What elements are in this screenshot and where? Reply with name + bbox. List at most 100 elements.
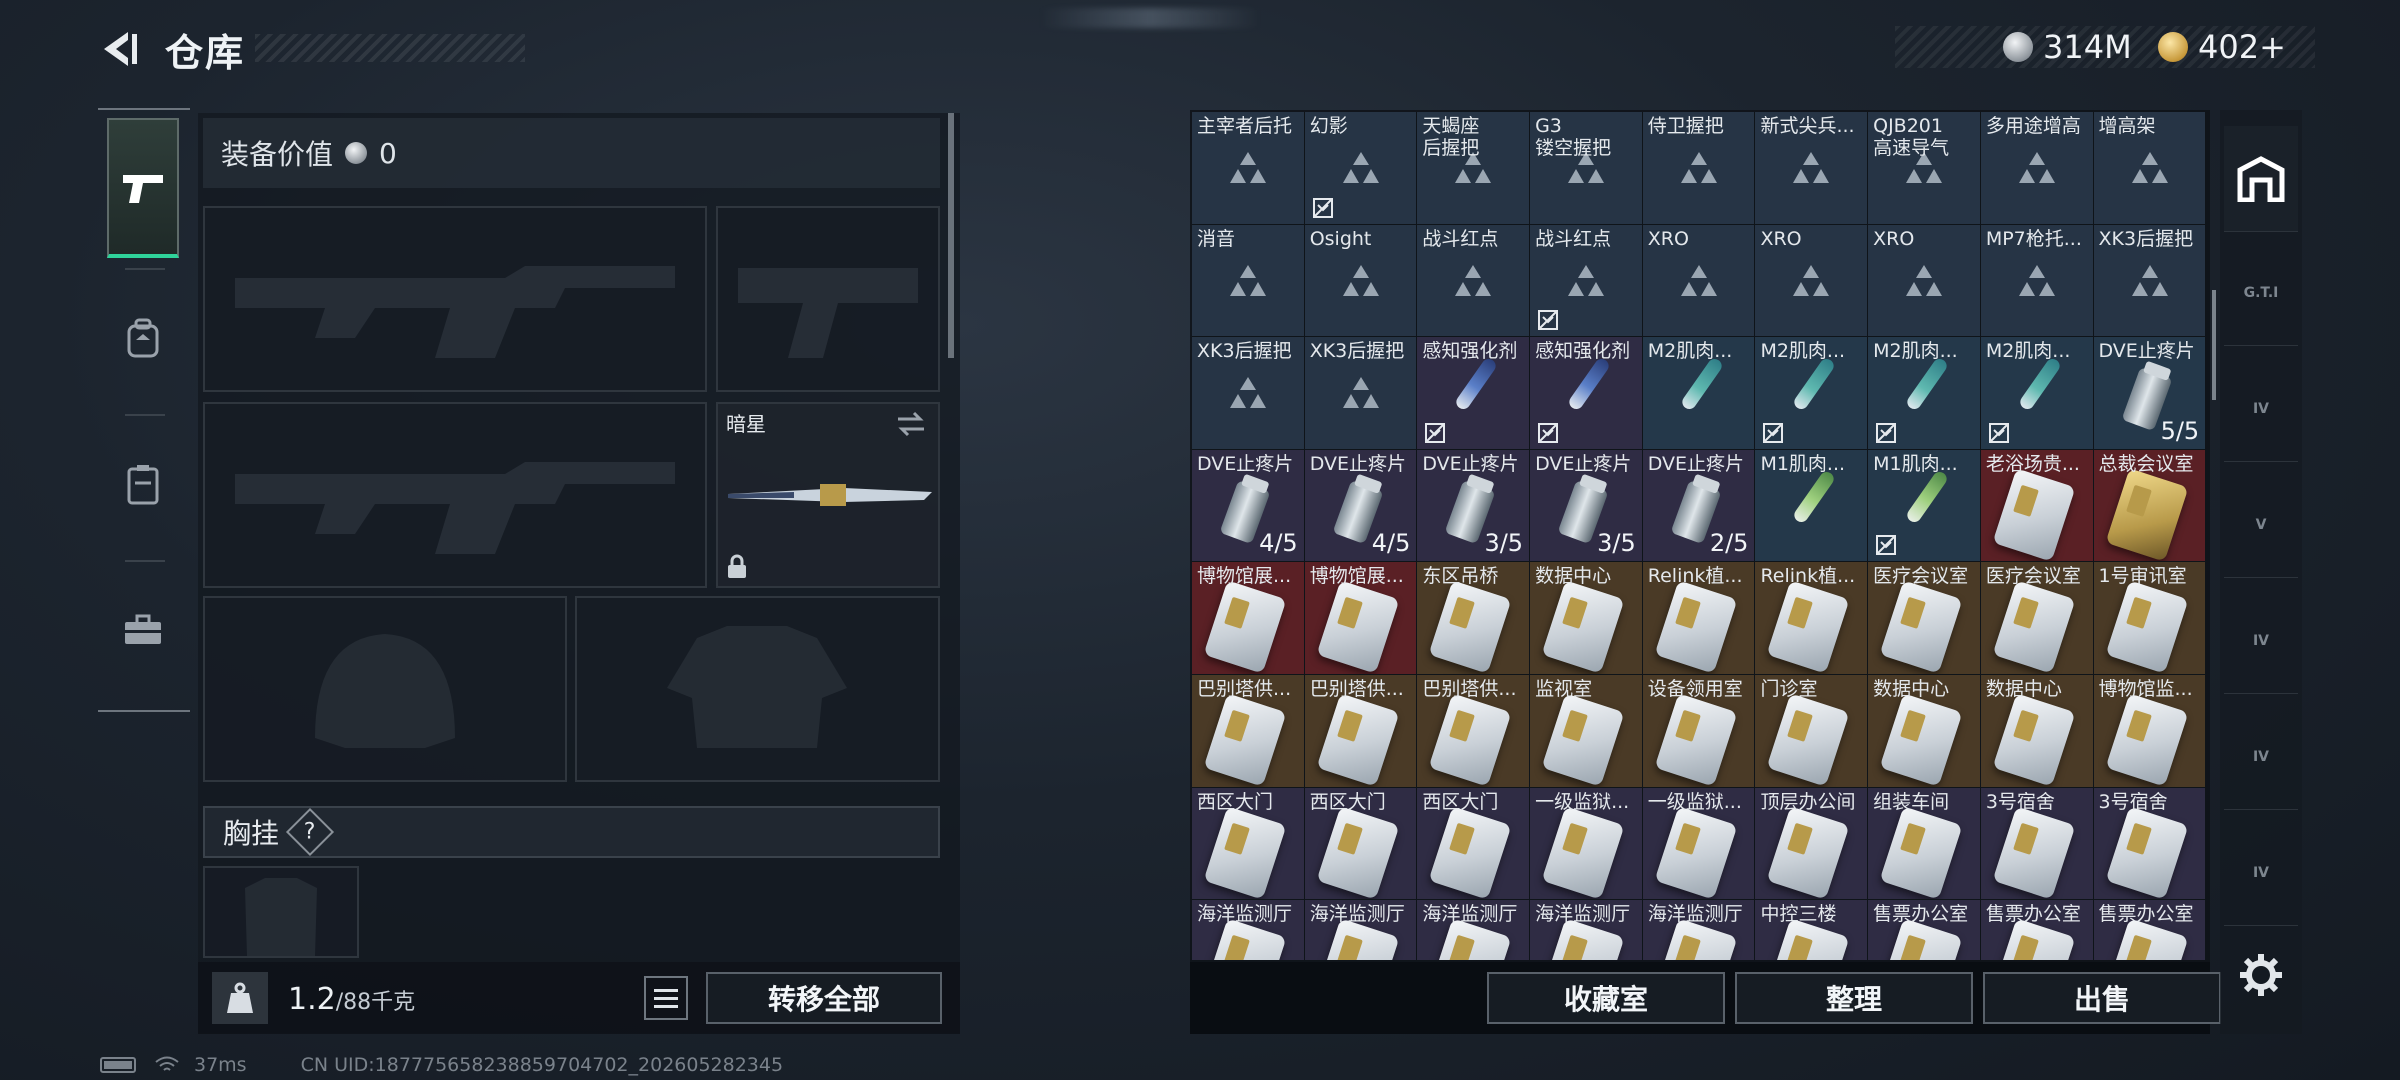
warehouse-item[interactable]: M2肌肉... xyxy=(1642,337,1756,450)
sell-button[interactable]: 出售 xyxy=(1983,972,2221,1024)
warehouse-item[interactable]: 门诊室 xyxy=(1755,674,1869,788)
warehouse-item[interactable]: 增高架 xyxy=(2093,112,2207,225)
warehouse-item[interactable]: 博物馆监... xyxy=(2093,674,2207,788)
warehouse-item[interactable]: MP7枪托... xyxy=(1980,224,2094,338)
storage-tab-iv-3[interactable]: IV xyxy=(2224,704,2298,810)
warehouse-item[interactable]: DVE止疼片 3/5 xyxy=(1530,449,1643,563)
warehouse-item[interactable]: M1肌肉... xyxy=(1755,449,1869,563)
rail-tab-backpack[interactable] xyxy=(107,268,179,408)
warehouse-item[interactable]: XRO xyxy=(1755,224,1869,338)
warehouse-item[interactable]: G3 镂空握把 xyxy=(1530,112,1643,225)
warehouse-item[interactable]: 3号宿舍 xyxy=(1980,787,2094,901)
primary-weapon-slot-2[interactable] xyxy=(203,402,707,588)
back-button[interactable] xyxy=(96,26,142,72)
storage-tab-iv-1[interactable]: IV xyxy=(2224,356,2298,462)
warehouse-item[interactable]: 巴别塔供... xyxy=(1304,674,1418,788)
warehouse-item[interactable]: XK3后握把 xyxy=(2093,224,2207,338)
warehouse-item[interactable]: 感知强化剂 xyxy=(1417,337,1531,450)
warehouse-item[interactable]: 东区吊桥 xyxy=(1417,562,1531,675)
warehouse-item[interactable]: QJB201 高速导气 xyxy=(1868,112,1981,225)
warehouse-item[interactable]: 售票办公室 xyxy=(1980,900,2094,960)
warehouse-item[interactable]: 西区大门 xyxy=(1417,787,1531,901)
loadout-scrollbar[interactable] xyxy=(948,113,954,358)
warehouse-item[interactable]: M2肌肉... xyxy=(1868,337,1981,450)
warehouse-item[interactable]: 一级监狱... xyxy=(1642,787,1756,901)
warehouse-item[interactable]: M2肌肉... xyxy=(1755,337,1869,450)
storage-tab-v[interactable]: V xyxy=(2224,472,2298,578)
swap-icon[interactable] xyxy=(894,410,928,438)
warehouse-item[interactable]: 巴别塔供... xyxy=(1417,674,1531,788)
warehouse-item[interactable]: 总裁会议室 xyxy=(2093,449,2207,563)
warehouse-item[interactable]: 海洋监测厅 xyxy=(1642,900,1756,960)
warehouse-item[interactable]: 医疗会议室 xyxy=(1868,562,1981,675)
gold-currency[interactable]: 402+ xyxy=(2158,26,2286,68)
warehouse-item[interactable]: 海洋监测厅 xyxy=(1530,900,1643,960)
warehouse-scrollbar[interactable] xyxy=(2212,290,2216,400)
warehouse-item[interactable]: 感知强化剂 xyxy=(1530,337,1643,450)
help-icon[interactable]: ? xyxy=(285,807,335,857)
warehouse-item[interactable]: Osight xyxy=(1304,224,1418,338)
storage-tab-iv-4[interactable]: IV xyxy=(2224,820,2298,926)
list-view-button[interactable] xyxy=(644,976,688,1020)
melee-slot[interactable]: 暗星 xyxy=(716,402,940,588)
warehouse-item[interactable]: 海洋监测厅 xyxy=(1304,900,1418,960)
primary-weapon-slot-1[interactable] xyxy=(203,206,707,392)
storage-tab-gti[interactable]: G.T.I xyxy=(2224,240,2298,346)
warehouse-item[interactable]: 新式尖兵... xyxy=(1755,112,1869,225)
warehouse-item[interactable]: 中控三楼 xyxy=(1755,900,1869,960)
warehouse-item[interactable]: 博物馆展... xyxy=(1192,562,1305,675)
warehouse-item[interactable]: XK3后握把 xyxy=(1304,337,1418,450)
warehouse-item[interactable]: 数据中心 xyxy=(1530,562,1643,675)
warehouse-item[interactable]: 战斗红点 xyxy=(1530,224,1643,338)
collection-room-button[interactable]: 收藏室 xyxy=(1487,972,1725,1024)
warehouse-item[interactable]: 顶层办公间 xyxy=(1755,787,1869,901)
warehouse-item[interactable]: 监视室 xyxy=(1530,674,1643,788)
warehouse-item[interactable]: DVE止疼片 4/5 xyxy=(1192,449,1305,563)
warehouse-item[interactable]: Relink植... xyxy=(1755,562,1869,675)
pistol-slot[interactable] xyxy=(716,206,940,392)
storage-tab-main[interactable] xyxy=(2224,126,2298,232)
warehouse-item[interactable]: DVE止疼片 2/5 xyxy=(1642,449,1756,563)
sort-button[interactable]: 整理 xyxy=(1735,972,1973,1024)
warehouse-item[interactable]: DVE止疼片 5/5 xyxy=(2093,337,2207,450)
warehouse-item[interactable]: Relink植... xyxy=(1642,562,1756,675)
warehouse-item[interactable]: XK3后握把 xyxy=(1192,337,1305,450)
warehouse-item[interactable]: XRO xyxy=(1642,224,1756,338)
storage-tab-iv-2[interactable]: IV xyxy=(2224,588,2298,694)
warehouse-item[interactable]: 售票办公室 xyxy=(2093,900,2207,960)
warehouse-item[interactable]: 战斗红点 xyxy=(1417,224,1531,338)
rail-tab-weapons[interactable] xyxy=(107,118,179,258)
warehouse-item[interactable]: 多用途增高 xyxy=(1980,112,2094,225)
warehouse-item[interactable]: DVE止疼片 3/5 xyxy=(1417,449,1531,563)
warehouse-item[interactable]: 设备领用室 xyxy=(1642,674,1756,788)
warehouse-item[interactable]: 1号审讯室 xyxy=(2093,562,2207,675)
warehouse-item[interactable]: 医疗会议室 xyxy=(1980,562,2094,675)
warehouse-item[interactable]: 组装车间 xyxy=(1868,787,1981,901)
chest-rig-slot[interactable] xyxy=(203,866,359,958)
helmet-slot[interactable] xyxy=(203,596,567,782)
warehouse-item[interactable]: 海洋监测厅 xyxy=(1417,900,1531,960)
warehouse-item[interactable]: 主宰者后托 xyxy=(1192,112,1305,225)
warehouse-item[interactable]: XRO xyxy=(1868,224,1981,338)
warehouse-item[interactable]: DVE止疼片 4/5 xyxy=(1304,449,1418,563)
warehouse-item[interactable]: 售票办公室 xyxy=(1868,900,1981,960)
warehouse-item[interactable]: 老浴场贵... xyxy=(1980,449,2094,563)
warehouse-item[interactable]: 3号宿舍 xyxy=(2093,787,2207,901)
warehouse-item[interactable]: 西区大门 xyxy=(1192,787,1305,901)
warehouse-item[interactable]: 西区大门 xyxy=(1304,787,1418,901)
warehouse-item[interactable]: 数据中心 xyxy=(1868,674,1981,788)
transfer-all-button[interactable]: 转移全部 xyxy=(706,972,942,1024)
warehouse-item[interactable]: 巴别塔供... xyxy=(1192,674,1305,788)
warehouse-item[interactable]: M2肌肉... xyxy=(1980,337,2094,450)
warehouse-item[interactable]: M1肌肉... xyxy=(1868,449,1981,563)
warehouse-item[interactable]: 一级监狱... xyxy=(1530,787,1643,901)
warehouse-item[interactable]: 数据中心 xyxy=(1980,674,2094,788)
silver-currency[interactable]: 314M xyxy=(2003,26,2132,68)
warehouse-item[interactable]: 幻影 xyxy=(1304,112,1418,225)
warehouse-item[interactable]: 天蝎座 后握把 xyxy=(1417,112,1531,225)
warehouse-item[interactable]: 侍卫握把 xyxy=(1642,112,1756,225)
rail-tab-case[interactable] xyxy=(107,560,179,700)
gear-icon[interactable] xyxy=(2238,952,2284,998)
warehouse-item[interactable]: 海洋监测厅 xyxy=(1192,900,1305,960)
armor-slot[interactable] xyxy=(575,596,940,782)
